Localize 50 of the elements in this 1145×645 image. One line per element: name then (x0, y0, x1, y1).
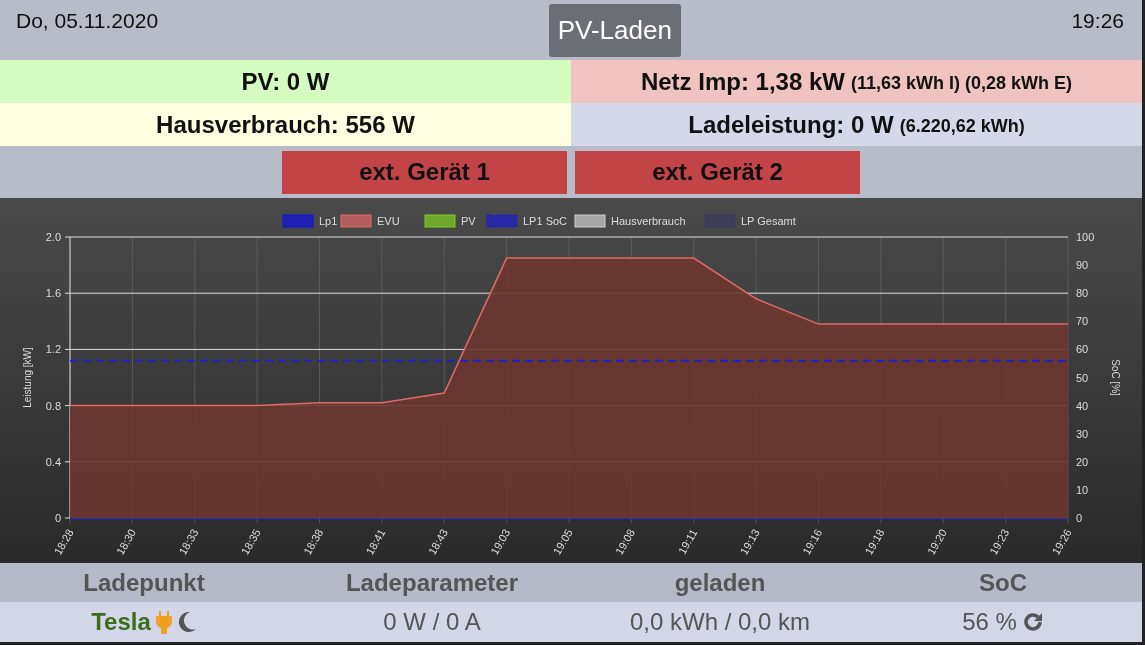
legend-label: LP Gesamt (741, 215, 796, 227)
date-text: Do, 05.11.2020 (16, 9, 159, 33)
axis-tick-label: 1.2 (45, 343, 61, 356)
axis-tick-label: 0.8 (45, 399, 61, 412)
axis-title: Leistung [kW] (22, 347, 33, 408)
plug-icon (155, 610, 172, 634)
legend-label: EVU (377, 215, 400, 227)
legend-item[interactable]: LP1 SoC (486, 214, 568, 228)
refresh-icon[interactable] (1021, 611, 1044, 633)
axis-tick-label: 0.4 (45, 455, 61, 468)
tile-detail: (6.220,62 kWh) (899, 116, 1025, 137)
column-header: Ladeparameter (344, 568, 520, 597)
axis-tick-label: 0 (54, 512, 61, 524)
legend-label: LP1 SoC (523, 215, 568, 227)
axis-tick-label: 50 (1076, 371, 1089, 384)
time-text: 19:26 (1071, 9, 1124, 33)
tile-value: PV: 0 W (241, 67, 330, 96)
column-header: Ladepunkt (82, 568, 206, 597)
device-button[interactable]: ext. Gerät 1 (282, 150, 567, 194)
axis-tick-label: 100 (1076, 231, 1095, 243)
device-button[interactable]: ext. Gerät 2 (575, 150, 860, 194)
table-cell-text: 0,0 kWh / 0,0 km (628, 608, 812, 636)
axis-tick-label: 0 (1076, 512, 1083, 524)
mode-button[interactable]: PV-Laden (548, 4, 681, 57)
axis-tick-label: 20 (1076, 455, 1089, 468)
axis-tick-label: 10 (1076, 483, 1089, 496)
axis-tick-label: 30 (1076, 427, 1089, 440)
charge-point-name: Tesla (91, 608, 151, 636)
table-cell-text: 0 W / 0 A (382, 608, 482, 636)
axis-tick-label: 60 (1076, 343, 1089, 356)
axis-tick-label: 80 (1076, 287, 1089, 300)
legend-label: PV (461, 215, 477, 227)
legend-label: Lp1 (319, 215, 338, 227)
axis-tick-label: 40 (1076, 399, 1089, 412)
legend-label: Hausverbrauch (611, 215, 686, 227)
tile-detail: (11,63 kWh I) (0,28 kWh E) (851, 73, 1073, 94)
axis-tick-label: 90 (1076, 259, 1089, 272)
axis-tick-label: 70 (1076, 315, 1089, 328)
column-header: SoC (978, 568, 1028, 597)
axis-tick-label: 2.0 (45, 231, 61, 243)
axis-title: SoC [%] (1110, 359, 1121, 396)
moon-icon (176, 611, 197, 633)
tile-value: Hausverbrauch: 556 W (156, 110, 415, 139)
legend-item[interactable]: LP Gesamt (704, 214, 796, 228)
column-header: geladen (673, 568, 767, 597)
table-cell: 56 % (962, 608, 1017, 636)
tile-value: Ladeleistung: 0 W (688, 110, 894, 139)
tile-value: Netz Imp: 1,38 kW (640, 67, 845, 96)
axis-tick-label: 1.6 (45, 287, 61, 300)
legend-item[interactable]: Hausverbrauch (574, 214, 686, 228)
